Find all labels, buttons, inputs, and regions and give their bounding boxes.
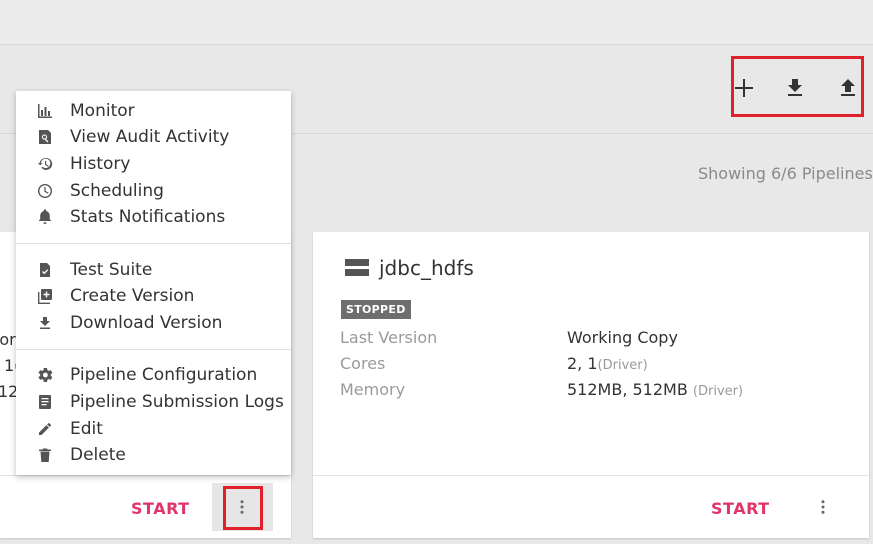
prop-label: Memory: [340, 380, 406, 399]
menu-item-monitor[interactable]: Monitor: [16, 98, 291, 124]
menu-item-label: Pipeline Submission Logs: [70, 392, 284, 412]
menu-item-scheduling[interactable]: Scheduling: [16, 178, 291, 204]
download-icon: [36, 314, 54, 332]
menu-item-label: History: [70, 154, 131, 174]
add-pipeline-button[interactable]: [732, 76, 756, 100]
more-vertical-icon: [821, 500, 825, 514]
menu-item-label: Create Version: [70, 286, 195, 306]
log-icon: [36, 393, 54, 411]
menu-item-label: Delete: [70, 445, 126, 465]
menu-divider: [16, 243, 291, 244]
left-card-partial-1: /or: [0, 330, 16, 349]
right-card-footer: START: [313, 475, 869, 538]
menu-item-pipeline-submission-logs[interactable]: Pipeline Submission Logs: [16, 389, 291, 415]
prop-value-sub: (Driver): [692, 384, 744, 399]
test-suite-icon: [36, 261, 54, 279]
menu-item-label: Edit: [70, 419, 103, 439]
menu-item-label: Monitor: [70, 101, 135, 121]
menu-item-history[interactable]: History: [16, 151, 291, 177]
pipeline-title: jdbc_hdfs: [379, 256, 474, 280]
bar-chart-icon: [36, 102, 54, 120]
plus-icon: [735, 79, 753, 97]
prop-value-text: 2, 1: [567, 354, 598, 373]
start-button-right[interactable]: START: [711, 499, 770, 518]
bell-icon: [36, 208, 54, 226]
prop-label: Last Version: [340, 328, 438, 347]
menu-item-label: Test Suite: [70, 260, 153, 280]
prop-label: Cores: [340, 354, 386, 373]
pipeline-icon: [345, 259, 369, 277]
menu-item-label: Pipeline Configuration: [70, 365, 258, 385]
pipeline-options-menu: Monitor View Audit Activity History Sche…: [16, 91, 291, 475]
toolbar-actions-highlight: [731, 56, 864, 117]
download-button[interactable]: [783, 76, 807, 100]
prop-value: 2, 1(Driver): [567, 354, 648, 373]
card-title[interactable]: jdbc_hdfs: [345, 256, 474, 280]
audit-search-icon: [36, 128, 54, 146]
showing-count: Showing 6/6 Pipelines: [698, 164, 873, 183]
menu-divider: [16, 349, 291, 350]
menu-item-create-version[interactable]: Create Version: [16, 283, 291, 309]
prop-value-sub: (Driver): [597, 358, 648, 373]
history-icon: [36, 155, 54, 173]
upload-button[interactable]: [836, 76, 860, 100]
prop-value: 512MB, 512MB (Driver): [567, 380, 743, 399]
menu-item-download-version[interactable]: Download Version: [16, 310, 291, 336]
top-bar: [0, 0, 873, 45]
trash-icon: [36, 446, 54, 464]
pipeline-card-jdbc-hdfs[interactable]: jdbc_hdfs STOPPED Last Version Working C…: [313, 232, 869, 538]
menu-item-delete[interactable]: Delete: [16, 442, 291, 468]
menu-item-label: Scheduling: [70, 181, 164, 201]
more-options-button-right[interactable]: [814, 498, 832, 516]
start-button-left[interactable]: START: [131, 499, 190, 518]
prop-value-text: Working Copy: [567, 328, 678, 347]
download-icon: [788, 79, 802, 96]
prop-value-text: 512MB, 512MB: [567, 380, 688, 399]
menu-item-label: View Audit Activity: [70, 127, 230, 147]
upload-icon: [841, 79, 855, 96]
menu-item-edit[interactable]: Edit: [16, 416, 291, 442]
menu-item-label: Download Version: [70, 313, 223, 333]
add-box-icon: [36, 287, 54, 305]
more-options-highlight: [223, 486, 263, 530]
prop-value: Working Copy: [567, 328, 678, 347]
clock-icon: [36, 182, 54, 200]
menu-item-label: Stats Notifications: [70, 207, 226, 227]
status-badge: STOPPED: [341, 300, 411, 319]
menu-item-pipeline-configuration[interactable]: Pipeline Configuration: [16, 362, 291, 388]
menu-item-view-audit-activity[interactable]: View Audit Activity: [16, 124, 291, 150]
menu-item-stats-notifications[interactable]: Stats Notifications: [16, 204, 291, 230]
pencil-icon: [36, 420, 54, 438]
gear-icon: [36, 366, 54, 384]
menu-item-test-suite[interactable]: Test Suite: [16, 257, 291, 283]
